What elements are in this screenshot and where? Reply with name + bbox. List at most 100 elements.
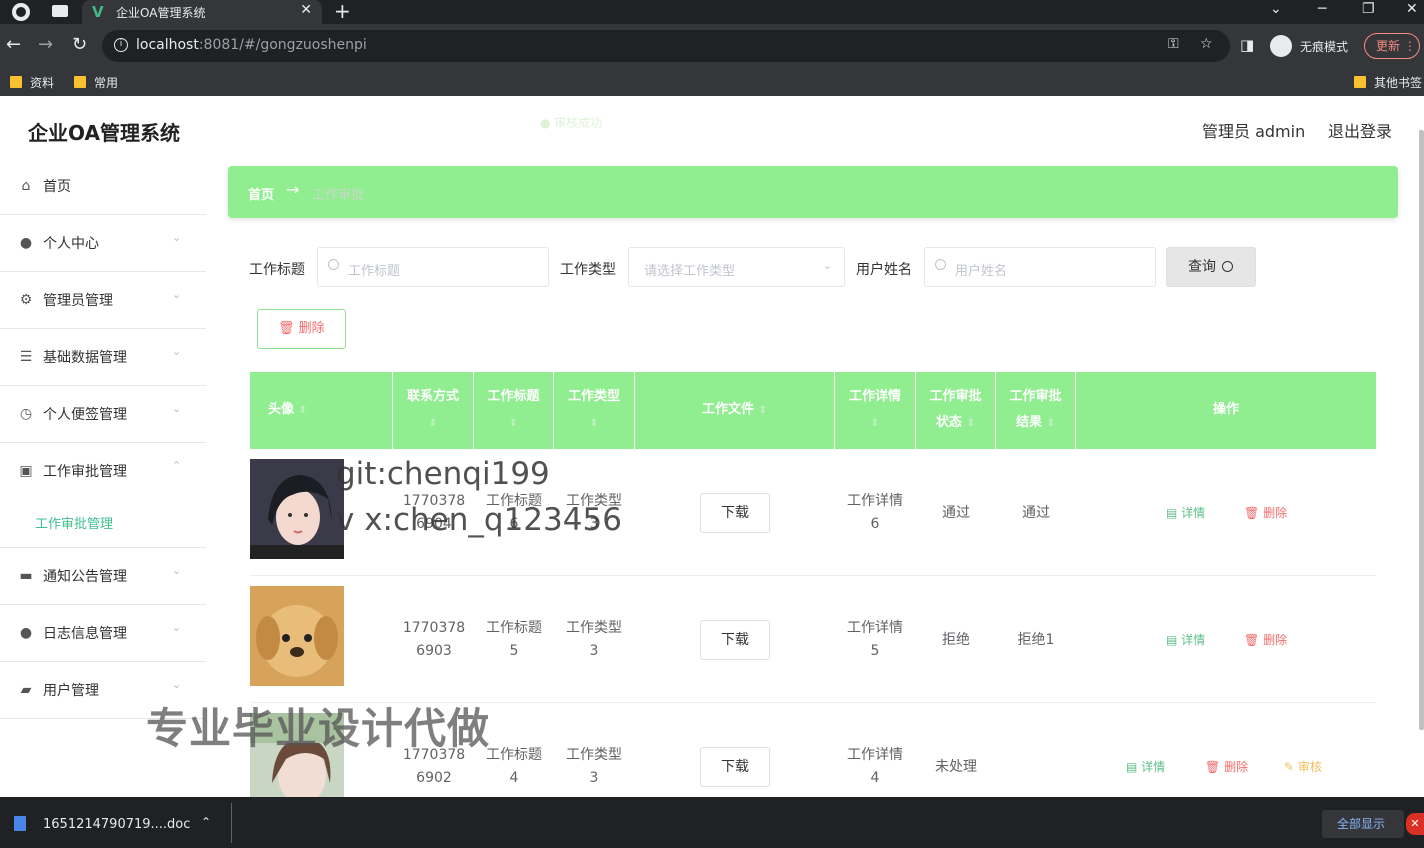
breadcrumb-current: 工作审批 xyxy=(312,188,365,203)
sidebar-item-basic-data[interactable]: ☰ 基础数据管理 ⌄ xyxy=(0,329,206,386)
sidebar-item-notes[interactable]: ◷ 个人便签管理 ⌄ xyxy=(0,386,206,443)
bookmark-other[interactable]: 其他书签 xyxy=(1354,74,1422,91)
page-scrollbar[interactable] xyxy=(1419,130,1424,730)
sidebar-item-notices[interactable]: ▬ 通知公告管理 ⌄ xyxy=(0,548,206,605)
sidebar-item-label: 基础数据管理 xyxy=(43,350,127,366)
chevron-down-icon: ⌄ xyxy=(822,259,832,272)
cell-result: 拒绝1 xyxy=(1017,632,1055,648)
chevron-down-icon: ⌄ xyxy=(172,402,182,415)
globe-icon[interactable] xyxy=(12,3,30,21)
key-icon[interactable]: ⚿ xyxy=(1168,36,1179,52)
detail-button[interactable]: ▤ 详情 xyxy=(1126,758,1165,775)
document-icon: ▣ xyxy=(19,463,33,479)
breadcrumb-separator: → xyxy=(286,180,300,199)
th-file[interactable]: 工作文件 ⇕ xyxy=(635,372,835,449)
restore-icon[interactable]: ❐ xyxy=(1362,0,1375,18)
type-select[interactable]: 请选择工作类型 ⌄ xyxy=(628,247,845,287)
audit-button[interactable]: ✎ 审核 xyxy=(1284,758,1322,775)
th-avatar[interactable]: 头像 ⇕ xyxy=(250,372,393,449)
download-shelf: 1651214790719....doc ⌃ 全部显示 ✕ xyxy=(0,797,1424,848)
user-icon: ● xyxy=(19,625,33,641)
sidebar-item-label: 管理员管理 xyxy=(43,293,113,309)
th-result[interactable]: 工作审批 结果 ⇕ xyxy=(996,372,1076,449)
download-button[interactable]: 下载 xyxy=(700,747,770,787)
table-row: 1770378 6903 工作标题 5 工作类型 3 下载 工作详情 5 拒绝 拒绝1 … xyxy=(250,576,1376,703)
username-search-input[interactable]: 用户姓名 xyxy=(924,247,1156,287)
detail-button[interactable]: ▤ 详情 xyxy=(1166,504,1205,521)
toast-message: ● 审核成功 xyxy=(540,116,603,130)
title-search-input[interactable]: 工作标题 xyxy=(317,247,549,287)
sidepanel-icon[interactable]: ◨ xyxy=(1240,34,1254,56)
download-button[interactable]: 下载 xyxy=(700,493,770,533)
sidebar-item-label: 首页 xyxy=(43,179,71,195)
user-label: 管理员 admin xyxy=(1202,122,1306,141)
tab-search-icon[interactable]: ⌄ xyxy=(1270,0,1282,18)
search-icon xyxy=(935,259,946,270)
download-button[interactable]: 下载 xyxy=(700,620,770,660)
chevron-up-icon[interactable]: ⌃ xyxy=(201,815,211,829)
username-label: 用户姓名 xyxy=(856,262,912,278)
info-icon[interactable]: i xyxy=(114,38,128,52)
pencil-icon: ✎ xyxy=(1284,760,1295,774)
delete-button[interactable]: 🗑 删除 xyxy=(1205,758,1248,775)
url-text: localhost:8081/#/gongzuoshenpi xyxy=(136,37,367,53)
type-label: 工作类型 xyxy=(560,262,616,278)
close-icon[interactable]: ✕ xyxy=(1406,813,1424,835)
query-button[interactable]: 查询 xyxy=(1166,247,1256,287)
input-placeholder: 工作标题 xyxy=(348,264,401,279)
cell-result: 通过 xyxy=(1022,505,1050,521)
star-icon[interactable]: ☆ xyxy=(1200,36,1213,52)
sidebar-item-admins[interactable]: ⚙ 管理员管理 ⌄ xyxy=(0,272,206,329)
th-status[interactable]: 工作审批 状态 ⇕ xyxy=(916,372,996,449)
batch-delete-button[interactable]: 🗑 删除 xyxy=(257,309,346,349)
delete-button[interactable]: 🗑 删除 xyxy=(1244,631,1287,648)
trash-icon: 🗑 xyxy=(278,321,295,336)
doc-file-icon xyxy=(14,816,26,831)
watermark-git: git:chenqi199 xyxy=(336,456,550,492)
delete-button[interactable]: 🗑 删除 xyxy=(1244,504,1287,521)
logout-link[interactable]: 退出登录 xyxy=(1328,118,1392,142)
cell-contact: 1770378 6903 xyxy=(402,620,466,659)
show-all-button[interactable]: 全部显示 xyxy=(1322,810,1404,838)
sidebar-item-label: 通知公告管理 xyxy=(43,569,127,585)
minimize-icon[interactable]: ─ xyxy=(1318,0,1326,18)
trash-icon: 🗑 xyxy=(1244,506,1260,520)
update-button[interactable]: 更新 ⋮ xyxy=(1364,33,1420,59)
window-icon[interactable] xyxy=(52,5,68,17)
cell-detail: 工作详情 5 xyxy=(847,620,903,659)
cell-title: 工作标题 5 xyxy=(486,620,542,659)
sidebar-subitem-approvals[interactable]: 工作审批管理 xyxy=(0,495,206,548)
sidebar-item-logs[interactable]: ● 日志信息管理 ⌄ xyxy=(0,605,206,662)
tab-title: 企业OA管理系统 xyxy=(116,6,206,20)
new-tab-icon[interactable]: + xyxy=(334,0,351,22)
sidebar-item-approvals[interactable]: ▣ 工作审批管理 ⌃ xyxy=(0,443,206,500)
close-tab-icon[interactable]: ✕ xyxy=(300,2,312,18)
sidebar-item-profile[interactable]: ● 个人中心 ⌄ xyxy=(0,215,206,272)
back-icon[interactable]: ← xyxy=(6,34,21,56)
th-type[interactable]: 工作类型 ⇕ xyxy=(554,372,635,449)
forward-icon[interactable]: → xyxy=(38,34,53,56)
avatar-girl-image xyxy=(250,459,344,559)
detail-button[interactable]: ▤ 详情 xyxy=(1166,631,1205,648)
sidebar-item-home[interactable]: ⌂ 首页 xyxy=(0,158,206,215)
reload-icon[interactable]: ↻ xyxy=(72,34,87,56)
th-detail[interactable]: 工作详情 ⇕ xyxy=(835,372,916,449)
shelf-divider xyxy=(231,803,232,843)
url-input[interactable]: i localhost:8081/#/gongzuoshenpi ⚿ ☆ xyxy=(102,30,1230,62)
sidebar-item-label: 个人便签管理 xyxy=(43,407,127,423)
folder-icon xyxy=(1354,76,1366,88)
browser-tab-active[interactable]: V 企业OA管理系统 ✕ xyxy=(82,0,322,24)
th-contact[interactable]: 联系方式 ⇕ xyxy=(393,372,474,449)
chevron-down-icon: ⌄ xyxy=(172,564,182,577)
close-window-icon[interactable]: ✕ xyxy=(1406,0,1418,18)
document-icon: ▤ xyxy=(1166,506,1178,520)
download-file-name[interactable]: 1651214790719....doc xyxy=(43,817,190,832)
incognito-icon[interactable] xyxy=(1270,35,1292,57)
chevron-down-icon: ⌄ xyxy=(172,288,182,301)
bookmark-folder[interactable]: 常用 xyxy=(74,74,118,91)
breadcrumb-home[interactable]: 首页 xyxy=(248,184,274,203)
sidebar-item-label: 工作审批管理 xyxy=(43,464,127,480)
th-title[interactable]: 工作标题 ⇕ xyxy=(474,372,554,449)
bookmark-folder[interactable]: 资料 xyxy=(10,74,54,91)
clock-icon: ◷ xyxy=(19,406,33,422)
